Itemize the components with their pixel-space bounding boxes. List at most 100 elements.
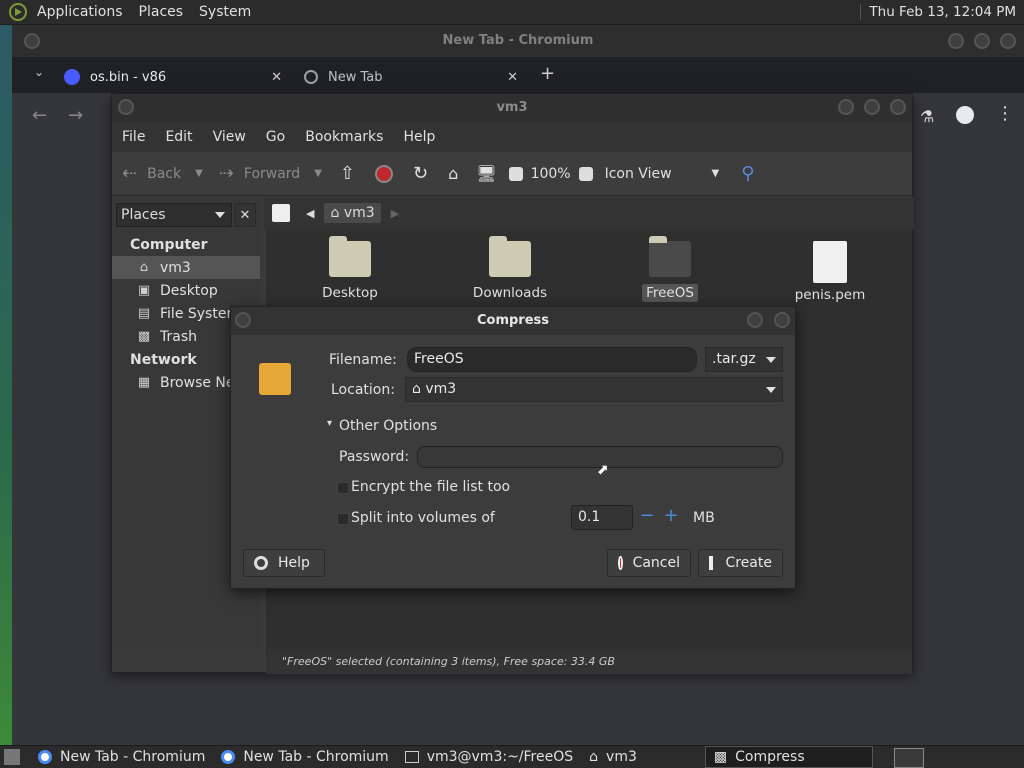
places-combo[interactable]: Places: [116, 203, 232, 227]
more-menu-icon[interactable]: ⋮: [996, 103, 1014, 124]
location-combo[interactable]: ⌂ vm3: [405, 377, 783, 402]
filename-input[interactable]: FreeOS: [407, 347, 697, 372]
maximize-button[interactable]: [864, 99, 880, 115]
view-mode-combo[interactable]: Icon View ▼: [605, 166, 720, 182]
forward-button[interactable]: ⇢ Forward ▼: [219, 163, 322, 184]
maximize-button[interactable]: [974, 33, 990, 49]
menu-help[interactable]: Help: [393, 129, 445, 145]
taskbar-item-chromium-2[interactable]: New Tab - Chromium: [213, 746, 396, 768]
path-bar: ◀ ⌂ vm3 ▶: [264, 197, 914, 229]
top-panel: Applications Places System Thu Feb 13, 1…: [0, 0, 1024, 25]
encrypt-label: Encrypt the file list too: [351, 479, 511, 495]
taskbar-item-compress[interactable]: ▩ Compress: [704, 746, 873, 768]
file-item-penis-pem[interactable]: penis.pem: [780, 241, 880, 303]
location-label: Location:: [331, 382, 395, 398]
back-button[interactable]: ⇠ Back ▼: [122, 163, 203, 184]
create-icon: [709, 556, 714, 570]
minimize-button[interactable]: [838, 99, 854, 115]
help-button[interactable]: Help: [243, 549, 325, 577]
menu-view[interactable]: View: [203, 129, 256, 145]
folder-icon: [649, 236, 691, 277]
workspace-switcher[interactable]: [894, 748, 924, 768]
profile-icon[interactable]: [956, 106, 974, 124]
sidebar-item-vm3[interactable]: ⌂ vm3: [112, 256, 260, 279]
close-button[interactable]: [774, 312, 790, 328]
mouse-cursor-icon: ⬈: [597, 462, 609, 478]
split-label: Split into volumes of: [351, 510, 495, 526]
tab-label: New Tab: [328, 69, 383, 85]
minimize-button[interactable]: [747, 312, 763, 328]
terminal-icon: [404, 751, 419, 763]
drive-icon: ▤: [137, 306, 151, 321]
chevron-down-icon: [766, 387, 776, 393]
tab-new-tab[interactable]: New Tab ✕: [304, 61, 524, 93]
search-icon[interactable]: ⚲: [741, 163, 754, 184]
taskbar-item-terminal[interactable]: vm3@vm3:~/FreeOS: [397, 746, 581, 768]
split-volume-input[interactable]: 0.1: [571, 505, 633, 530]
window-menu-button[interactable]: [118, 99, 134, 115]
show-desktop-icon[interactable]: [4, 749, 20, 765]
menu-places[interactable]: Places: [131, 4, 192, 20]
file-item-desktop[interactable]: Desktop: [300, 236, 400, 301]
path-segment-vm3[interactable]: ⌂ vm3: [324, 203, 381, 223]
close-tab-icon[interactable]: ✕: [271, 70, 282, 85]
zoom-in-icon[interactable]: [578, 166, 593, 181]
forward-arrow-icon[interactable]: →: [68, 105, 83, 126]
mate-logo-icon[interactable]: [9, 3, 27, 21]
decrement-button[interactable]: −: [636, 505, 658, 530]
tab-os-bin[interactable]: os.bin - v86 ✕: [64, 61, 288, 93]
home-icon[interactable]: ⌂: [448, 164, 458, 183]
status-bar: "FreeOS" selected (containing 3 items), …: [266, 649, 912, 674]
desktop-background: [0, 25, 12, 745]
menu-applications[interactable]: Applications: [29, 4, 131, 20]
forward-dropdown-icon[interactable]: ▼: [314, 168, 322, 179]
path-right-arrow-icon[interactable]: ▶: [391, 207, 399, 220]
chromium-icon: [221, 750, 236, 764]
encrypt-checkbox[interactable]: [337, 482, 349, 494]
window-menu-button[interactable]: [235, 312, 251, 328]
split-checkbox[interactable]: [337, 513, 349, 525]
up-icon[interactable]: ⇧: [340, 163, 355, 184]
create-button[interactable]: Create: [698, 549, 783, 577]
file-manager-toolbar: ⇠ Back ▼ ⇢ Forward ▼ ⇧ ↻ ⌂ 🖥 100% Icon View ▼…: [112, 152, 912, 196]
trash-icon: ▩: [137, 329, 151, 344]
other-options-expander[interactable]: Other Options: [339, 418, 437, 434]
expander-arrow-icon[interactable]: ▾: [327, 418, 332, 429]
taskbar-item-chromium-1[interactable]: New Tab - Chromium: [30, 746, 213, 768]
zoom-level[interactable]: 100%: [531, 166, 571, 182]
clock[interactable]: Thu Feb 13, 12:04 PM: [860, 4, 1016, 20]
file-item-freeos[interactable]: FreeOS: [620, 236, 720, 302]
menu-file[interactable]: File: [112, 129, 155, 145]
path-left-arrow-icon[interactable]: ◀: [306, 207, 314, 220]
close-sidebar-icon[interactable]: ✕: [234, 203, 256, 227]
menu-system[interactable]: System: [191, 4, 259, 20]
cancel-button[interactable]: Cancel: [607, 549, 691, 577]
tab-search-chevron-icon[interactable]: ⌄: [34, 65, 44, 79]
new-tab-button[interactable]: +: [540, 63, 555, 84]
computer-icon[interactable]: 🖥: [476, 164, 496, 183]
stop-icon[interactable]: [375, 164, 393, 183]
menu-bookmarks[interactable]: Bookmarks: [295, 129, 393, 145]
file-item-downloads[interactable]: Downloads: [460, 236, 560, 301]
archive-icon: ▩: [713, 749, 728, 765]
sidebar-item-desktop[interactable]: ▣ Desktop: [112, 279, 260, 302]
minimize-button[interactable]: [948, 33, 964, 49]
taskbar-item-vm3[interactable]: ⌂ vm3: [581, 746, 645, 768]
reload-icon[interactable]: ↻: [413, 163, 428, 184]
close-tab-icon[interactable]: ✕: [507, 70, 518, 85]
close-button[interactable]: [890, 99, 906, 115]
home-icon: ⌂: [139, 260, 149, 275]
window-menu-button[interactable]: [24, 33, 40, 49]
increment-button[interactable]: +: [660, 505, 682, 530]
dialog-title: Compress: [231, 307, 795, 335]
back-dropdown-icon[interactable]: ▼: [195, 168, 203, 179]
edit-location-icon[interactable]: [272, 204, 290, 222]
menu-go[interactable]: Go: [256, 129, 295, 145]
back-arrow-icon[interactable]: ←: [32, 105, 47, 126]
extension-combo[interactable]: .tar.gz: [705, 347, 783, 372]
zoom-out-icon[interactable]: [508, 166, 523, 181]
flask-icon[interactable]: ⚗: [920, 107, 934, 126]
archive-package-icon: [259, 363, 291, 395]
close-button[interactable]: [1000, 33, 1016, 49]
menu-edit[interactable]: Edit: [155, 129, 202, 145]
